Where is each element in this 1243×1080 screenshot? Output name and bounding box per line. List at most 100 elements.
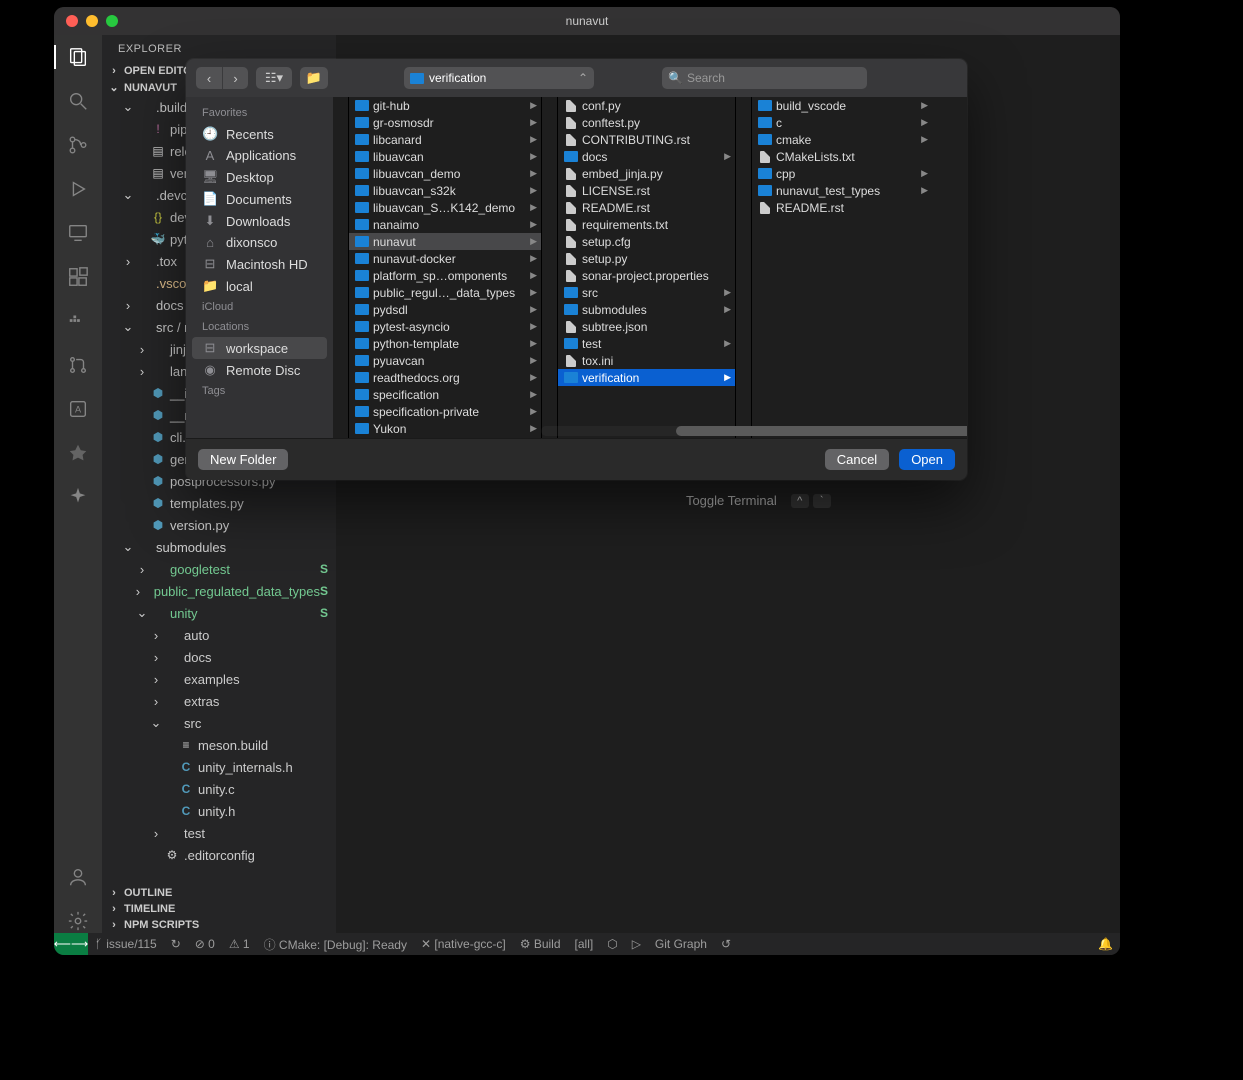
explorer-icon[interactable] [66,45,90,69]
finder-row[interactable]: nunavut_test_types▶ [752,182,932,199]
finder-row[interactable]: conftest.py [558,114,735,131]
finder-row[interactable]: cmake▶ [752,131,932,148]
tree-node[interactable]: ≡meson.build [102,734,336,756]
search-icon[interactable] [66,89,90,113]
finder-sidebar-item[interactable]: 🖥Desktop [186,166,333,188]
finder-row[interactable]: embed_jinja.py [558,165,735,182]
finder-row[interactable]: pydsdl▶ [349,301,541,318]
sync-item[interactable]: ↻ [164,937,188,951]
finder-row[interactable]: CONTRIBUTING.rst [558,131,735,148]
gitgraph-item[interactable]: Git Graph [648,937,714,951]
tree-node[interactable]: ⌄submodules [102,536,336,558]
tree-node[interactable]: ›auto [102,624,336,646]
tree-node[interactable]: ⬢version.py [102,514,336,536]
finder-row[interactable]: public_regul…_data_types▶ [349,284,541,301]
open-button[interactable]: Open [899,449,955,470]
gitlens-icon[interactable] [66,441,90,465]
tree-node[interactable]: Cunity.c [102,778,336,800]
finder-sidebar-item[interactable]: ⌂dixonsco [186,232,333,253]
finder-row[interactable]: python-template▶ [349,335,541,352]
kit-item[interactable]: ✕ [native-gcc-c] [414,937,513,951]
docker-icon[interactable] [66,309,90,333]
finder-sidebar-item[interactable]: AApplications [186,145,333,166]
finder-row[interactable]: requirements.txt [558,216,735,233]
finder-row[interactable]: CMakeLists.txt [752,148,932,165]
finder-sidebar-item[interactable]: 📄Documents [186,188,333,210]
branch-item[interactable]: ᚶ issue/115 [88,937,164,951]
history-item[interactable]: ↺ [714,937,738,951]
finder-row[interactable]: gr-osmosdr▶ [349,114,541,131]
settings-gear-icon[interactable] [66,909,90,933]
cancel-button[interactable]: Cancel [825,449,889,470]
horizontal-scrollbar[interactable] [541,426,959,436]
finder-row[interactable]: c▶ [752,114,932,131]
finder-row[interactable]: nunavut▶ [349,233,541,250]
finder-row[interactable]: libcanard▶ [349,131,541,148]
bell-icon[interactable]: 🔔 [1091,937,1120,951]
finder-row[interactable]: subtree.json [558,318,735,335]
finder-row[interactable]: libuavcan_demo▶ [349,165,541,182]
finder-sidebar-item[interactable]: ⊟Macintosh HD [186,253,333,275]
npm-scripts-section[interactable]: ›NPM SCRIPTS [102,917,336,933]
finder-row[interactable]: cpp▶ [752,165,932,182]
extensions-icon[interactable] [66,265,90,289]
tree-node[interactable]: ›docs [102,646,336,668]
finder-row[interactable]: pytest-asyncio▶ [349,318,541,335]
finder-row[interactable]: libuavcan_s32k▶ [349,182,541,199]
finder-row[interactable]: platform_sp…omponents▶ [349,267,541,284]
finder-row[interactable]: nanaimo▶ [349,216,541,233]
finder-row[interactable]: LICENSE.rst [558,182,735,199]
tree-node[interactable]: ›googletestS [102,558,336,580]
finder-row[interactable]: specification-private▶ [349,403,541,420]
errors-item[interactable]: ⊘ 0 [188,937,222,951]
target-item[interactable]: [all] [568,937,601,951]
tree-node[interactable]: Cunity_internals.h [102,756,336,778]
finder-row[interactable]: libuavcan▶ [349,148,541,165]
finder-row[interactable]: README.rst [752,199,932,216]
cmake-item[interactable]: ⓘ CMake: [Debug]: Ready [257,936,414,953]
finder-sidebar-item[interactable]: ⬇Downloads [186,210,333,232]
finder-row[interactable]: libuavcan_S…K142_demo▶ [349,199,541,216]
finder-row[interactable]: test▶ [558,335,735,352]
finder-row[interactable]: setup.cfg [558,233,735,250]
source-control-icon[interactable] [66,133,90,157]
finder-row[interactable]: README.rst [558,199,735,216]
tree-node[interactable]: Cunity.h [102,800,336,822]
finder-sidebar-item[interactable]: 🕘Recents [186,123,333,145]
back-button[interactable]: ‹ [196,67,222,89]
sparkle-icon[interactable] [66,485,90,509]
outline-section[interactable]: ›OUTLINE [102,885,336,901]
view-mode-button[interactable]: ☷▾ [256,67,292,89]
path-selector[interactable]: verification ⌃ [404,67,594,89]
finder-sidebar-item[interactable]: ⊟workspace [192,337,327,359]
finder-row[interactable]: submodules▶ [558,301,735,318]
finder-row[interactable]: readthedocs.org▶ [349,369,541,386]
tree-node[interactable]: ⌄unityS [102,602,336,624]
tree-node[interactable]: ›public_regulated_data_typesS [102,580,336,602]
tree-node[interactable]: ⚙.editorconfig [102,844,336,866]
debug-launch-item[interactable]: ⬡ [600,937,624,951]
finder-row[interactable]: git-hub▶ [349,97,541,114]
remote-indicator[interactable]: ⟵⟶ [54,933,88,955]
finder-row[interactable]: tox.ini [558,352,735,369]
build-item[interactable]: ⚙ Build [513,937,568,951]
tree-node[interactable]: ⌄src [102,712,336,734]
tree-node[interactable]: ›examples [102,668,336,690]
tree-node[interactable]: ›test [102,822,336,844]
warnings-item[interactable]: ⚠ 1 [222,937,257,951]
new-folder-button[interactable]: New Folder [198,449,288,470]
finder-row[interactable]: specification▶ [349,386,541,403]
search-field[interactable]: 🔍 Search [662,67,867,89]
finder-row[interactable]: src▶ [558,284,735,301]
finder-sidebar-item[interactable]: 📁local [186,275,333,297]
finder-row[interactable]: pyuavcan▶ [349,352,541,369]
finder-row[interactable]: verification▶ [558,369,735,386]
finder-sidebar-item[interactable]: ◉Remote Disc [186,359,333,381]
tree-node[interactable]: ›extras [102,690,336,712]
run-item[interactable]: ▷ [625,937,648,951]
group-button[interactable]: 📁 [300,67,328,89]
finder-row[interactable]: setup.py [558,250,735,267]
finder-row[interactable]: sonar-project.properties [558,267,735,284]
finder-row[interactable]: docs▶ [558,148,735,165]
project-icon[interactable]: A [66,397,90,421]
